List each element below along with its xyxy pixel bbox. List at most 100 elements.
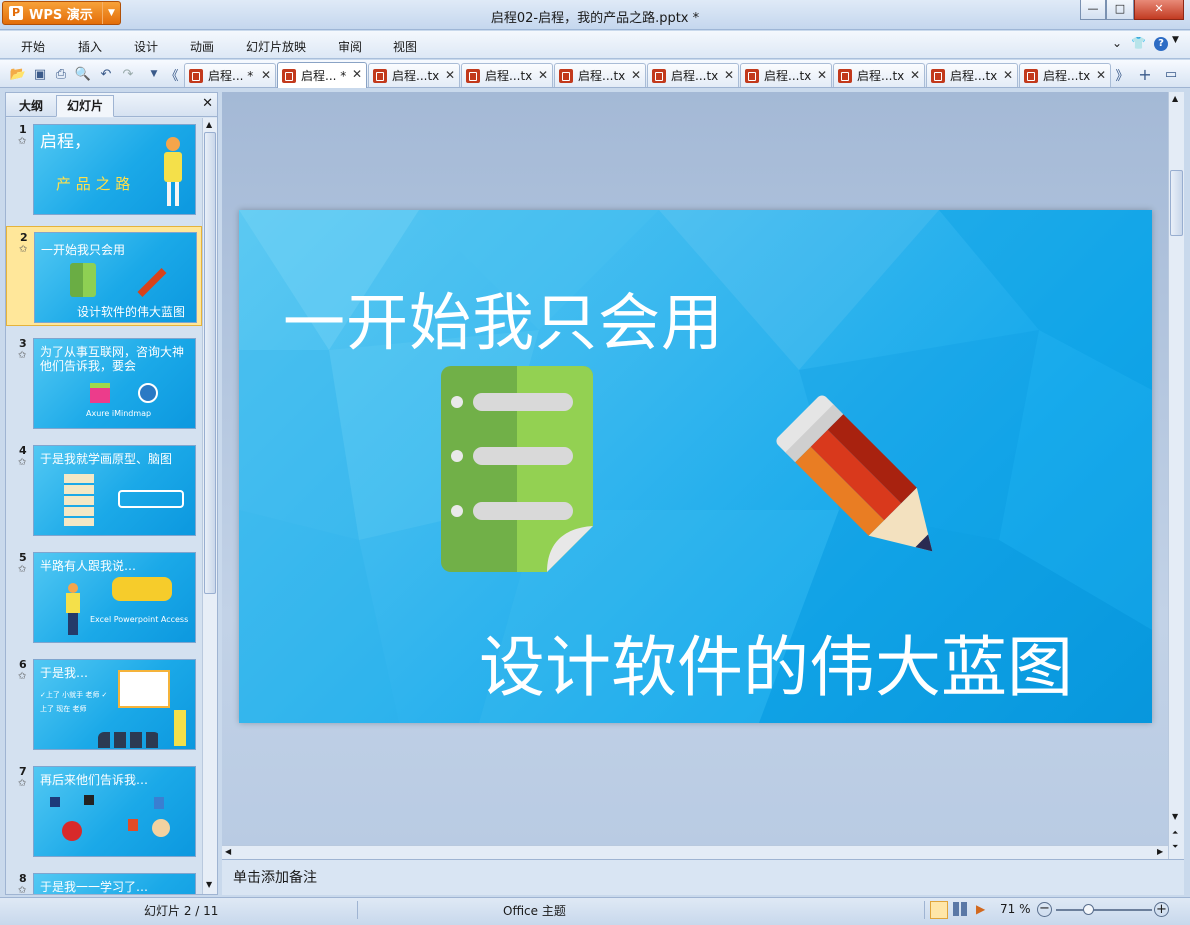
slides-pane: 大纲 幻灯片 ✕ 1 ✩ 启程， 产 品 之 路 2 ✩ 一开始我只会用 设计软…: [5, 92, 218, 895]
help-dropdown-icon[interactable]: ▼: [1172, 35, 1179, 45]
scroll-up-icon[interactable]: ▲: [1172, 94, 1178, 103]
tab-close-icon[interactable]: ✕: [817, 68, 827, 82]
menu-slideshow[interactable]: 幻灯片放映: [246, 38, 306, 55]
scroll-up-icon[interactable]: ▲: [206, 120, 212, 129]
html5-icon: [128, 819, 138, 831]
editor-horizontal-scrollbar[interactable]: ◀ ▶: [222, 845, 1168, 859]
menu-start[interactable]: 开始: [21, 38, 45, 55]
tabs-scroll-right-icon[interactable]: 》: [1114, 66, 1130, 84]
thumb-subtitle: Axure iMindmap: [86, 409, 152, 418]
current-slide[interactable]: 一开始我只会用 设计软件的伟大蓝图: [239, 210, 1152, 723]
menu-review[interactable]: 审阅: [338, 38, 362, 55]
help-icon[interactable]: ?: [1154, 37, 1168, 51]
maximize-button[interactable]: □: [1106, 0, 1134, 20]
slide-thumbnail-5[interactable]: 5 ✩ 半路有人跟我说… Excel Powerpoint Access: [6, 547, 202, 647]
notes-placeholder[interactable]: 单击添加备注: [233, 867, 317, 887]
doc-tab-label: 启程... *: [301, 69, 347, 83]
undo-icon[interactable]: ↶: [98, 66, 114, 82]
scrollbar-thumb[interactable]: [204, 132, 216, 594]
slide-thumbnail-7[interactable]: 7 ✩ 再后来他们告诉我…: [6, 761, 202, 861]
tab-outline[interactable]: 大纲: [8, 95, 54, 117]
person-head-shape: [68, 583, 78, 593]
minimize-button[interactable]: —: [1080, 0, 1106, 20]
person-body-shape: [164, 152, 182, 182]
menu-insert[interactable]: 插入: [78, 38, 102, 55]
slide-preview: 于是我… ✓上了 小就手 老师 ✓上了 现在 老师: [33, 659, 196, 750]
slide-thumbnail-1[interactable]: 1 ✩ 启程， 产 品 之 路: [6, 119, 202, 219]
doc-tab-8[interactable]: 启程...tx ✕: [833, 63, 925, 87]
redo-icon[interactable]: ↷: [120, 66, 136, 82]
slide-thumbnail-3[interactable]: 3 ✩ 为了从事互联网，咨询大神他们告诉我，要会 Axure iMindmap: [6, 333, 202, 433]
slide-title[interactable]: 一开始我只会用: [283, 272, 724, 362]
zoom-slider-handle[interactable]: [1083, 904, 1094, 915]
imindmap-icon: [138, 383, 158, 403]
slide-thumbnail-4[interactable]: 4 ✩ 于是我就学画原型、脑图: [6, 440, 202, 540]
ppt-file-icon: [189, 68, 203, 83]
notes-pane[interactable]: 单击添加备注: [222, 859, 1184, 895]
menu-view[interactable]: 视图: [393, 38, 417, 55]
open-folder-icon[interactable]: 📂: [10, 66, 26, 82]
slide-subtitle[interactable]: 设计软件的伟大蓝图: [479, 614, 1073, 710]
slide-preview: 半路有人跟我说… Excel Powerpoint Access: [33, 552, 196, 643]
scroll-right-icon[interactable]: ▶: [1157, 847, 1163, 856]
doc-tab-10[interactable]: 启程...tx ✕: [1019, 63, 1111, 87]
new-tab-icon[interactable]: +: [1137, 65, 1153, 84]
doc-tab-4[interactable]: 启程...tx ✕: [461, 63, 553, 87]
scroll-down-icon[interactable]: ▼: [206, 880, 212, 889]
thumbnails-scrollbar[interactable]: ▲ ▼: [202, 118, 217, 894]
tab-close-icon[interactable]: ✕: [724, 68, 734, 82]
tab-close-icon[interactable]: ✕: [1003, 68, 1013, 82]
zoom-slider-track[interactable]: [1056, 909, 1152, 911]
doc-tab-6[interactable]: 启程...tx ✕: [647, 63, 739, 87]
tab-close-icon[interactable]: ✕: [910, 68, 920, 82]
scrollbar-thumb[interactable]: [1170, 170, 1183, 236]
collapse-ribbon-icon[interactable]: ⌄: [1112, 36, 1122, 50]
menu-design[interactable]: 设计: [134, 38, 158, 55]
slideshow-play-icon[interactable]: ▶: [976, 902, 985, 916]
tab-close-icon[interactable]: ✕: [352, 67, 362, 81]
doc-tab-2[interactable]: 启程... * ✕: [277, 62, 367, 88]
slide-thumbnail-2[interactable]: 2 ✩ 一开始我只会用 设计软件的伟大蓝图: [6, 226, 202, 326]
editor-vertical-scrollbar[interactable]: ▲ ▼ ⏶ ⏷: [1168, 92, 1184, 859]
chart-board-icon: [118, 670, 170, 708]
slide-number: 7: [19, 765, 27, 778]
scroll-down-icon[interactable]: ▼: [1172, 812, 1178, 821]
tab-close-icon[interactable]: ✕: [261, 68, 271, 82]
menu-animation[interactable]: 动画: [190, 38, 214, 55]
slide-thumbnail-8[interactable]: 8 ✩ 于是我一一学习了…: [6, 868, 202, 894]
slide-sorter-icon[interactable]: [953, 902, 967, 916]
doc-tab-5[interactable]: 启程...tx ✕: [554, 63, 646, 87]
tab-close-icon[interactable]: ✕: [538, 68, 548, 82]
tab-close-icon[interactable]: ✕: [631, 68, 641, 82]
slide-number: 3: [19, 337, 27, 350]
slide-number: 2: [20, 231, 28, 244]
doc-tab-7[interactable]: 启程...tx ✕: [740, 63, 832, 87]
previous-slide-icon[interactable]: ⏶: [1172, 828, 1178, 838]
save-icon[interactable]: ▣: [32, 66, 48, 82]
pane-close-icon[interactable]: ✕: [202, 96, 213, 111]
print-preview-icon[interactable]: 🔍: [75, 66, 91, 82]
thumb-title: 于是我…: [40, 666, 89, 680]
toolbar-dropdown-icon[interactable]: ▼: [146, 66, 162, 82]
print-icon[interactable]: ⎙: [53, 66, 69, 82]
doc-tab-1[interactable]: 启程... * ✕: [184, 63, 276, 87]
tab-close-icon[interactable]: ✕: [445, 68, 455, 82]
next-slide-icon[interactable]: ⏷: [1172, 842, 1178, 852]
person-leg-shape: [175, 182, 179, 206]
tab-close-icon[interactable]: ✕: [1096, 68, 1106, 82]
zoom-level[interactable]: 71 %: [1000, 902, 1031, 916]
tab-slides[interactable]: 幻灯片: [56, 95, 115, 117]
tabs-scroll-left-icon[interactable]: 《: [164, 66, 180, 84]
close-button[interactable]: ✕: [1134, 0, 1184, 20]
skin-icon[interactable]: 👕: [1131, 36, 1146, 50]
zoom-in-icon[interactable]: +: [1154, 902, 1169, 917]
scroll-left-icon[interactable]: ◀: [225, 847, 231, 856]
zoom-out-icon[interactable]: −: [1037, 902, 1052, 917]
tab-list-icon[interactable]: ▭: [1163, 66, 1179, 82]
axure-icon: [90, 383, 110, 403]
doc-tab-label: 启程...tx: [764, 69, 812, 83]
doc-tab-3[interactable]: 启程...tx ✕: [368, 63, 460, 87]
doc-tab-9[interactable]: 启程...tx ✕: [926, 63, 1018, 87]
slide-thumbnail-6[interactable]: 6 ✩ 于是我… ✓上了 小就手 老师 ✓上了 现在 老师: [6, 654, 202, 754]
normal-view-icon[interactable]: [930, 901, 948, 919]
